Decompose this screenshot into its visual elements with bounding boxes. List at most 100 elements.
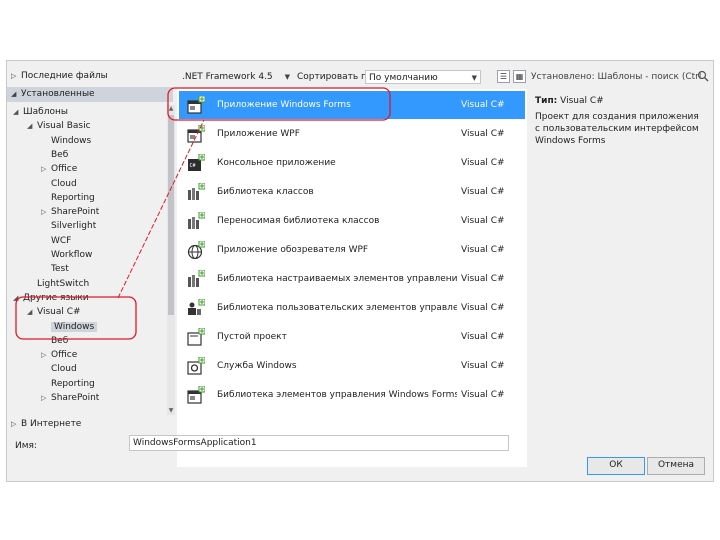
list-view-button[interactable]: ☰	[497, 70, 510, 83]
collapse-triangle-icon[interactable]: ◢	[13, 291, 23, 305]
tree-node[interactable]: Test	[41, 262, 69, 276]
project-name-label: Имя:	[15, 441, 37, 451]
collapse-triangle-icon[interactable]: ◢	[13, 105, 23, 119]
collapse-triangle-icon: ◢	[11, 90, 17, 98]
ok-button[interactable]: ОК	[587, 457, 645, 475]
tree-node-label: Cloud	[51, 364, 77, 375]
tree-node[interactable]: ◢ Другие языки	[13, 291, 89, 305]
tree-node[interactable]: Workflow	[41, 248, 92, 262]
tree-node[interactable]: Windows	[41, 320, 98, 334]
tree-node[interactable]: Веб	[41, 334, 68, 348]
tree-node[interactable]: ◢ Visual C#	[27, 305, 81, 319]
tree-node[interactable]: Cloud	[41, 177, 77, 191]
tree-node-label: Шаблоны	[23, 107, 68, 117]
online-category[interactable]: ▷ В Интернете	[11, 417, 81, 432]
template-row[interactable]: Библиотека настраиваемых элементов управ…	[179, 265, 525, 293]
tree-node[interactable]: Cloud	[41, 362, 77, 376]
wpf-browser-icon	[187, 240, 206, 260]
template-row[interactable]: Приложение Windows Forms Visual C#	[179, 91, 525, 119]
template-row[interactable]: Библиотека классов Visual C#	[179, 178, 525, 206]
search-placeholder: Установлено: Шаблоны - поиск (Ctrl	[531, 72, 702, 82]
recent-files-category[interactable]: ▷ Последние файлы	[11, 69, 108, 84]
tree-node[interactable]: Reporting	[41, 191, 95, 205]
template-row[interactable]: Пустой проект Visual C#	[179, 323, 525, 351]
expand-triangle-icon[interactable]: ▷	[41, 348, 51, 362]
project-name-input[interactable]: WindowsFormsApplication1	[129, 435, 509, 451]
template-language: Visual C#	[461, 332, 505, 342]
installed-category[interactable]: ◢ Установленные	[7, 87, 173, 102]
template-name: Приложение Windows Forms	[217, 100, 351, 110]
template-language: Visual C#	[461, 390, 505, 400]
template-name: Служба Windows	[217, 361, 297, 371]
expand-triangle-icon: ▷	[11, 72, 17, 80]
template-language: Visual C#	[461, 245, 505, 255]
tree-node-label: SharePoint	[51, 207, 100, 218]
scroll-down-icon[interactable]: ▼	[167, 407, 175, 415]
tree-node[interactable]: Windows	[41, 134, 91, 148]
scrollbar-thumb[interactable]	[168, 115, 174, 315]
tree-node[interactable]: LightSwitch	[27, 277, 89, 291]
template-name: Консольное приложение	[217, 158, 336, 168]
tree-node[interactable]: Silverlight	[41, 219, 96, 233]
tree-node-label: Windows	[51, 135, 92, 146]
template-tree-panel: ▷ Последние файлы ◢ Установленные ◢ Шаблоны…	[7, 65, 175, 469]
grid-view-icon: ▦	[515, 72, 524, 81]
empty-project-icon	[187, 327, 206, 346]
class-library-icon	[187, 182, 206, 201]
template-language: Visual C#	[461, 129, 505, 139]
scroll-up-icon[interactable]: ▲	[167, 105, 175, 113]
cancel-button[interactable]: Отмена	[647, 457, 705, 475]
tree-node-label: WCF	[51, 235, 72, 246]
tree-node-label: Reporting	[51, 378, 95, 389]
sort-dropdown[interactable]: По умолчанию ▼	[365, 70, 481, 84]
template-name: Библиотека пользовательских элементов уп…	[217, 303, 457, 313]
tree-node[interactable]: ▷ Office	[41, 162, 77, 176]
tree-node[interactable]: ▷ Office	[41, 348, 77, 362]
tree-node[interactable]: Веб	[41, 148, 68, 162]
console-app-icon: C#	[187, 153, 206, 172]
tree-node-label: Windows	[51, 321, 98, 332]
template-tree: ◢ Шаблоны ◢ Visual Basic Windows Веб ▷ Office Cl…	[7, 105, 167, 415]
sort-label: Сортировать по:	[297, 72, 376, 82]
windows-service-icon	[187, 356, 206, 375]
wpf-custom-control-icon	[187, 269, 206, 288]
tree-node-label: Другие языки	[23, 292, 89, 303]
expand-triangle-icon[interactable]: ▷	[41, 205, 51, 219]
template-row[interactable]: Переносимая библиотека классов Visual C#	[179, 207, 525, 235]
template-row[interactable]: Служба Windows Visual C#	[179, 352, 525, 380]
tree-node-label: Visual Basic	[37, 121, 91, 132]
template-name: Пустой проект	[217, 332, 287, 342]
collapse-triangle-icon[interactable]: ◢	[27, 305, 37, 319]
tree-node[interactable]: WCF	[41, 234, 71, 248]
template-search-input[interactable]: Установлено: Шаблоны - поиск (Ctrl	[529, 69, 711, 85]
template-row[interactable]: Библиотека пользовательских элементов уп…	[179, 294, 525, 322]
expand-triangle-icon[interactable]: ▷	[41, 391, 51, 405]
grid-view-button[interactable]: ▦	[513, 70, 526, 83]
portable-library-icon	[187, 211, 206, 230]
tree-node[interactable]: ◢ Шаблоны	[13, 105, 68, 119]
tree-node-label: Workflow	[51, 250, 93, 260]
type-label: Тип:	[535, 96, 558, 106]
tree-scrollbar[interactable]: ▲ ▼	[167, 105, 175, 415]
tree-node[interactable]: ▷ SharePoint	[41, 391, 99, 405]
template-name: Библиотека классов	[217, 187, 314, 197]
tree-node-label: SharePoint	[51, 393, 100, 403]
template-row[interactable]: C# Консольное приложение Visual C#	[179, 149, 525, 177]
windows-forms-icon	[187, 95, 206, 114]
tree-node[interactable]: ▷ SharePoint	[41, 205, 99, 219]
tree-node[interactable]: ◢ Visual Basic	[27, 119, 91, 133]
template-name: Приложение обозревателя WPF	[217, 245, 369, 255]
svg-text:C#: C#	[190, 163, 196, 169]
collapse-triangle-icon[interactable]: ◢	[27, 119, 37, 133]
template-row[interactable]: Приложение WPF Visual C#	[179, 120, 525, 148]
template-language: Visual C#	[461, 303, 505, 313]
template-row[interactable]: Приложение обозревателя WPF Visual C#	[179, 236, 525, 264]
dropdown-arrow-icon: ▼	[284, 73, 290, 81]
tree-node[interactable]: Reporting	[41, 377, 95, 391]
template-toolbar: .NET Framework 4.5 ▼ Сортировать по: По …	[177, 67, 527, 87]
template-row[interactable]: Библиотека элементов управления Windows …	[179, 381, 525, 409]
tree-node-label: Reporting	[51, 192, 95, 203]
framework-dropdown[interactable]: .NET Framework 4.5 ▼	[179, 69, 293, 85]
expand-triangle-icon[interactable]: ▷	[41, 162, 51, 176]
search-icon[interactable]	[697, 70, 709, 82]
